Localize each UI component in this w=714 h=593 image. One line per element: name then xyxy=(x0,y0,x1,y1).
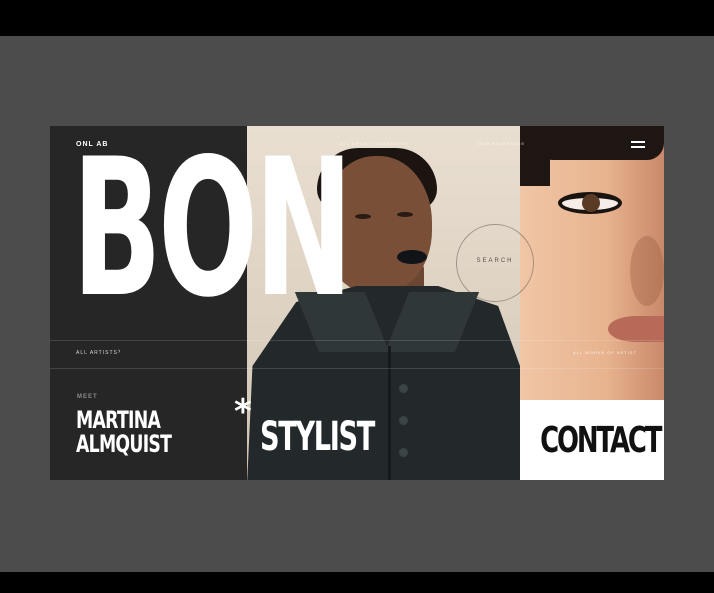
hero-title: BON xyxy=(72,126,353,339)
divider-line xyxy=(50,340,664,341)
screen-top-bar xyxy=(0,0,714,36)
nav-link-all-artists-category[interactable]: ALL ARTIST (CATEGORY) xyxy=(340,141,409,146)
screen-bottom-bar xyxy=(0,572,714,593)
search-button[interactable]: SEARCH xyxy=(456,224,534,302)
model-photo-right xyxy=(520,126,664,400)
divider-line xyxy=(50,368,664,369)
artist-last-name[interactable]: ALMQUIST xyxy=(76,430,172,458)
meet-label: MEET xyxy=(77,394,98,400)
nav-link-backstage[interactable]: OUR BACKSTAGE xyxy=(478,141,525,146)
search-label: SEARCH xyxy=(476,258,514,264)
artist-role: STYLIST xyxy=(260,414,375,460)
all-artists-link[interactable]: ALL ARTISTS xyxy=(76,350,118,356)
all-works-link[interactable]: ALL WORKS OF ARTIST xyxy=(573,350,637,355)
hamburger-menu-icon[interactable] xyxy=(631,141,645,150)
website-frame: CONTACT ONL AB ALL ARTIST (CATEGORY) OUR… xyxy=(50,126,664,480)
contact-button[interactable]: CONTACT xyxy=(520,400,664,480)
chevron-right-icon[interactable]: › xyxy=(118,348,120,355)
asterisk-icon: * xyxy=(234,392,252,432)
contact-label: CONTACT xyxy=(540,420,662,461)
